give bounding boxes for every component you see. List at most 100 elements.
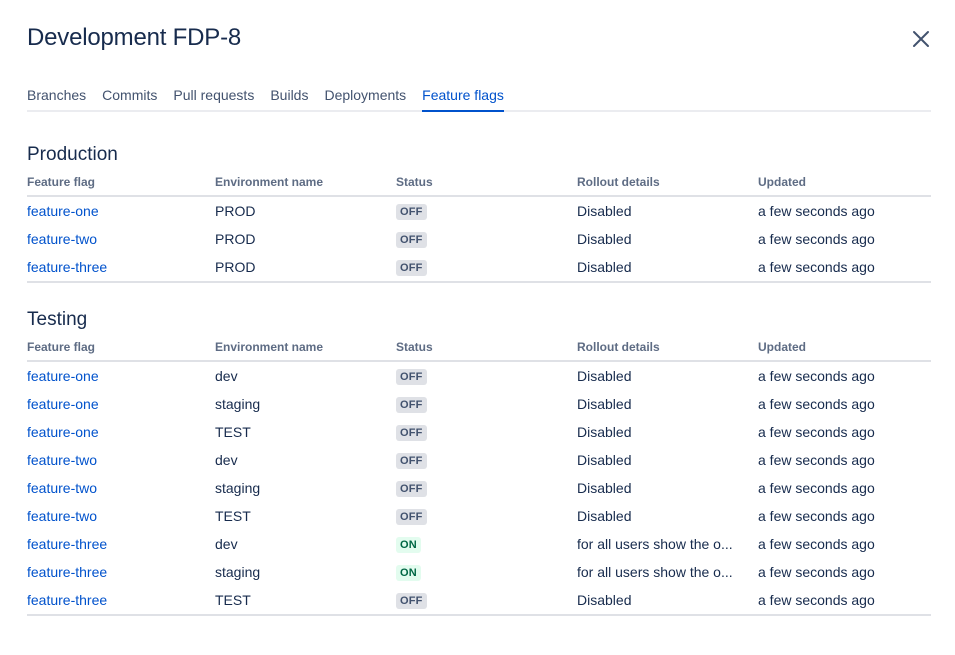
status-cell: OFF xyxy=(396,253,577,283)
feature-flag-link[interactable]: feature-one xyxy=(27,368,99,384)
feature-flag-link[interactable]: feature-three xyxy=(27,592,107,608)
status-badge: OFF xyxy=(396,593,427,609)
environment-cell: TEST xyxy=(215,424,251,440)
table-row: feature-one dev OFF Disabled a few seconds a… xyxy=(27,361,931,390)
status-badge: ON xyxy=(396,537,421,553)
feature-flag-cell: feature-one xyxy=(27,361,215,390)
column-header-feature-flag: Feature flag xyxy=(27,334,215,362)
feature-flag-cell: feature-two xyxy=(27,446,215,474)
environment-cell: PROD xyxy=(215,203,256,219)
status-badge: OFF xyxy=(396,509,427,525)
rollout-cell: Disabled xyxy=(577,586,758,616)
tab-deployments[interactable]: Deployments xyxy=(324,84,406,110)
status-badge: OFF xyxy=(396,260,427,276)
feature-flag-link[interactable]: feature-one xyxy=(27,396,99,412)
status-badge: OFF xyxy=(396,369,427,385)
feature-flag-link[interactable]: feature-two xyxy=(27,452,97,468)
table-header-row: Feature flag Environment name Status Rol… xyxy=(27,169,931,197)
environment-cell: dev xyxy=(215,536,238,552)
status-badge: OFF xyxy=(396,397,427,413)
table-row: feature-three staging ON for all users show… xyxy=(27,558,931,586)
status-badge: ON xyxy=(396,565,421,581)
section-title: Production xyxy=(27,144,118,165)
feature-flag-link[interactable]: feature-three xyxy=(27,259,107,275)
updated-cell: a few seconds ago xyxy=(758,253,931,283)
status-cell: OFF xyxy=(396,502,577,530)
feature-flags-table: Feature flag Environment name Status Rol… xyxy=(27,334,931,616)
updated-cell: a few seconds ago xyxy=(758,480,875,496)
feature-flag-link[interactable]: feature-two xyxy=(27,480,97,496)
rollout-cell: Disabled xyxy=(577,368,632,384)
rollout-cell: Disabled xyxy=(577,480,632,496)
close-button[interactable] xyxy=(906,24,936,54)
feature-flag-cell: feature-one xyxy=(27,196,215,225)
rollout-cell: Disabled xyxy=(577,452,632,468)
updated-cell: a few seconds ago xyxy=(758,508,875,524)
environment-cell: staging xyxy=(215,396,261,412)
section-testing: Testing Feature flag Environment name St… xyxy=(27,306,931,616)
rollout-cell: Disabled xyxy=(577,508,632,524)
environment-cell: PROD xyxy=(215,231,256,247)
status-badge: OFF xyxy=(396,481,427,497)
column-header-rollout: Rollout details xyxy=(577,169,758,197)
table-row: feature-one staging OFF Disabled a few secon… xyxy=(27,390,931,418)
status-badge: OFF xyxy=(396,204,427,220)
rollout-cell: Disabled xyxy=(577,203,632,219)
feature-flag-link[interactable]: feature-three xyxy=(27,564,107,580)
column-header-feature-flag: Feature flag xyxy=(27,169,215,197)
feature-flag-link[interactable]: feature-one xyxy=(27,424,99,440)
section-production: Production Feature flag Environment name… xyxy=(27,141,931,283)
tab-builds[interactable]: Builds xyxy=(270,84,308,110)
environment-cell: PROD xyxy=(215,253,396,283)
feature-flag-cell: feature-three xyxy=(27,253,215,283)
table-row: feature-two PROD OFF Disabled a few seconds … xyxy=(27,225,931,253)
column-header-status: Status xyxy=(396,169,577,197)
page-title: Development FDP-8 xyxy=(27,24,242,51)
environment-cell: dev xyxy=(215,368,238,384)
rollout-cell: Disabled xyxy=(577,253,758,283)
feature-flag-cell: feature-one xyxy=(27,418,215,446)
tab-branches[interactable]: Branches xyxy=(27,84,86,110)
feature-flag-link[interactable]: feature-two xyxy=(27,231,97,247)
section-title: Testing xyxy=(27,309,88,330)
feature-flag-link[interactable]: feature-three xyxy=(27,536,107,552)
environment-cell: dev xyxy=(215,452,238,468)
feature-flag-cell: feature-three xyxy=(27,586,215,616)
status-cell: OFF xyxy=(396,586,577,616)
updated-cell: a few seconds ago xyxy=(758,231,875,247)
updated-cell: a few seconds ago xyxy=(758,564,875,580)
rollout-cell: for all users show the o... xyxy=(577,564,733,580)
status-cell: OFF xyxy=(396,418,577,446)
status-badge: OFF xyxy=(396,232,427,248)
feature-flag-cell: feature-one xyxy=(27,390,215,418)
tab-pull-requests[interactable]: Pull requests xyxy=(173,84,254,110)
status-cell: OFF xyxy=(396,225,577,253)
column-header-updated: Updated xyxy=(758,334,931,362)
column-header-status: Status xyxy=(396,334,577,362)
table-row: feature-three dev ON for all users show the… xyxy=(27,530,931,558)
feature-flag-link[interactable]: feature-two xyxy=(27,508,97,524)
rollout-cell: Disabled xyxy=(577,424,632,440)
status-cell: OFF xyxy=(396,361,577,390)
feature-flag-link[interactable]: feature-one xyxy=(27,203,99,219)
column-header-updated: Updated xyxy=(758,169,931,197)
status-cell: OFF xyxy=(396,474,577,502)
updated-cell: a few seconds ago xyxy=(758,452,875,468)
close-icon xyxy=(913,31,929,47)
table-row: feature-two staging OFF Disabled a few secon… xyxy=(27,474,931,502)
feature-flag-cell: feature-three xyxy=(27,558,215,586)
tab-feature-flags[interactable]: Feature flags xyxy=(422,84,504,112)
updated-cell: a few seconds ago xyxy=(758,424,875,440)
feature-flags-table: Feature flag Environment name Status Rol… xyxy=(27,169,931,283)
updated-cell: a few seconds ago xyxy=(758,203,875,219)
status-cell: OFF xyxy=(396,196,577,225)
feature-flag-cell: feature-two xyxy=(27,474,215,502)
table-row: feature-three TEST OFF Disabled a few second… xyxy=(27,586,931,616)
environment-cell: TEST xyxy=(215,586,396,616)
table-row: feature-two dev OFF Disabled a few seconds a… xyxy=(27,446,931,474)
rollout-cell: Disabled xyxy=(577,396,632,412)
feature-flag-cell: feature-three xyxy=(27,530,215,558)
tab-commits[interactable]: Commits xyxy=(102,84,157,110)
status-cell: OFF xyxy=(396,390,577,418)
status-cell: OFF xyxy=(396,446,577,474)
